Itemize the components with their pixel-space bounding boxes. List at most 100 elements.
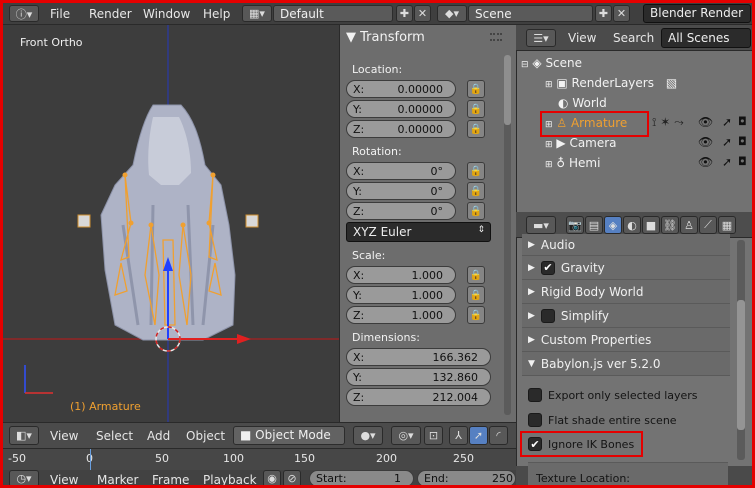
dimensions-y-field[interactable]: Y: 132.860 bbox=[346, 368, 491, 386]
lock-icon[interactable]: 🔒 bbox=[467, 80, 485, 98]
lock-icon[interactable]: 🔒 bbox=[467, 306, 485, 324]
section-gravity[interactable]: ▶ ✔ Gravity bbox=[522, 256, 730, 280]
section-simplify[interactable]: ▶ Simplify bbox=[522, 304, 730, 328]
delete-scene-icon[interactable]: ✕ bbox=[613, 5, 630, 22]
section-babylon[interactable]: ▼ Babylon.js ver 5.2.0 bbox=[522, 352, 730, 376]
rotation-z-field[interactable]: Z: 0° bbox=[346, 202, 456, 220]
camera-render-icon[interactable]: ◘ bbox=[738, 135, 747, 148]
timeline-marker-menu[interactable]: Marker bbox=[97, 473, 138, 487]
keying-icon[interactable]: ⊘ bbox=[283, 470, 301, 487]
scale-y-field[interactable]: Y: 1.000 bbox=[346, 286, 456, 304]
menu-file[interactable]: File bbox=[50, 7, 70, 21]
flat-shade-checkbox[interactable] bbox=[528, 413, 542, 427]
pivot-icon[interactable]: ◎▾ bbox=[391, 426, 421, 445]
timeline-frame-menu[interactable]: Frame bbox=[152, 473, 189, 487]
outliner-editor-icon[interactable]: ☰▾ bbox=[526, 29, 556, 47]
render-tab-icon[interactable]: 📷 bbox=[566, 216, 584, 234]
add-scene-icon[interactable]: ✚ bbox=[595, 5, 612, 22]
cursor-icon[interactable]: ➚ bbox=[722, 115, 732, 129]
rotation-mode-select[interactable]: XYZ Euler ⇕ bbox=[346, 222, 491, 242]
location-x-field[interactable]: X: 0.00000 bbox=[346, 80, 456, 98]
eye-icon[interactable]: 👁 bbox=[698, 135, 713, 149]
viewport-add-menu[interactable]: Add bbox=[147, 429, 170, 443]
eye-icon[interactable]: 👁 bbox=[698, 115, 713, 129]
lock-icon[interactable]: 🔒 bbox=[467, 182, 485, 200]
section-audio[interactable]: ▶ Audio bbox=[522, 234, 730, 256]
viewport-view-menu[interactable]: View bbox=[50, 429, 78, 443]
scale-z-field[interactable]: Z: 1.000 bbox=[346, 306, 456, 324]
outliner-row-hemi[interactable]: ⊞ ♁ Hemi bbox=[545, 156, 600, 170]
lock-icon[interactable]: 🔒 bbox=[467, 162, 485, 180]
option-ignore-ik-bones[interactable]: ✔ Ignore IK Bones bbox=[528, 437, 634, 451]
drag-handle-icon[interactable] bbox=[490, 33, 502, 41]
camera-render-icon[interactable]: ◘ bbox=[738, 115, 747, 128]
section-rigid-body-world[interactable]: ▶ Rigid Body World bbox=[522, 280, 730, 304]
start-frame-field[interactable]: Start: 1 bbox=[309, 470, 414, 487]
ignore-ik-checkbox[interactable]: ✔ bbox=[528, 437, 542, 451]
option-flat-shade[interactable]: Flat shade entire scene bbox=[528, 413, 677, 427]
rotation-y-field[interactable]: Y: 0° bbox=[346, 182, 456, 200]
pose-icon[interactable]: ⟟ ✶ ⤳ bbox=[652, 115, 684, 130]
outliner-row-world[interactable]: ◐ World bbox=[558, 96, 607, 110]
scene-icon[interactable]: ◆▾ bbox=[437, 5, 467, 22]
timeline-view-menu[interactable]: View bbox=[50, 473, 78, 487]
editor-type-info-icon[interactable]: ⓘ▾ bbox=[9, 5, 39, 22]
screen-layout-icon[interactable]: ▦▾ bbox=[242, 5, 272, 22]
outliner-row-renderlayers[interactable]: ⊞ ▣ RenderLayers ▧ bbox=[545, 76, 677, 90]
timeline-ruler[interactable]: -50 0 50 100 150 200 250 bbox=[3, 448, 516, 471]
outliner-row-camera[interactable]: ⊞ ▶ Camera bbox=[545, 136, 617, 150]
screen-layout-field[interactable]: Default bbox=[273, 5, 393, 22]
simplify-checkbox[interactable] bbox=[540, 308, 555, 323]
dimensions-x-field[interactable]: X: 166.362 bbox=[346, 348, 491, 366]
texture-tab-icon[interactable]: ▦ bbox=[718, 216, 736, 234]
translate-icon[interactable]: ➚ bbox=[469, 426, 488, 445]
eye-icon[interactable]: 👁 bbox=[698, 155, 713, 169]
transform-header[interactable]: ▼ Transform bbox=[346, 30, 425, 45]
data-tab-icon[interactable]: ♙ bbox=[680, 216, 698, 234]
outliner-search-menu[interactable]: Search bbox=[613, 31, 654, 45]
outliner-filter-select[interactable]: All Scenes bbox=[661, 28, 751, 48]
add-layout-icon[interactable]: ✚ bbox=[396, 5, 413, 22]
gravity-checkbox[interactable]: ✔ bbox=[540, 260, 555, 275]
viewport-editor-icon[interactable]: ◧▾ bbox=[9, 426, 39, 445]
panel-scrollbar-thumb[interactable] bbox=[504, 55, 511, 125]
mode-select[interactable]: ■ Object Mode bbox=[233, 426, 345, 445]
world-tab-icon[interactable]: ◐ bbox=[623, 216, 641, 234]
timeline-editor-icon[interactable]: ◷▾ bbox=[9, 470, 39, 487]
shading-icon[interactable]: ●▾ bbox=[353, 426, 383, 445]
end-frame-field[interactable]: End: 250 bbox=[417, 470, 516, 487]
menu-help[interactable]: Help bbox=[203, 7, 230, 21]
cursor-icon[interactable]: ➚ bbox=[722, 155, 732, 169]
render-engine-select[interactable]: Blender Render bbox=[643, 4, 751, 23]
viewport-object-menu[interactable]: Object bbox=[186, 429, 225, 443]
properties-editor-icon[interactable]: ▬▾ bbox=[526, 216, 556, 234]
lock-icon[interactable]: 🔒 bbox=[467, 120, 485, 138]
object-tab-icon[interactable]: ■ bbox=[642, 216, 660, 234]
option-export-selected-layers[interactable]: Export only selected layers bbox=[528, 388, 698, 402]
center-icon[interactable]: ⊡ bbox=[424, 426, 443, 445]
lock-icon[interactable]: 🔒 bbox=[467, 100, 485, 118]
constraints-tab-icon[interactable]: ⛓ bbox=[661, 216, 679, 234]
outliner-view-menu[interactable]: View bbox=[568, 31, 596, 45]
dimensions-z-field[interactable]: Z: 212.004 bbox=[346, 388, 491, 406]
outliner-row-scene[interactable]: ⊟ ◈ Scene bbox=[521, 56, 582, 70]
lock-icon[interactable]: 🔒 bbox=[467, 266, 485, 284]
properties-scrollbar-thumb[interactable] bbox=[737, 300, 745, 430]
menu-render[interactable]: Render bbox=[89, 7, 132, 21]
scene-tab-icon[interactable]: ◈ bbox=[604, 216, 622, 234]
lock-icon[interactable]: 🔒 bbox=[467, 202, 485, 220]
manipulator-icon[interactable]: ⅄ bbox=[449, 426, 468, 445]
bone-tab-icon[interactable]: ⟋ bbox=[699, 216, 717, 234]
cursor-icon[interactable]: ➚ bbox=[722, 135, 732, 149]
scene-field[interactable]: Scene bbox=[468, 5, 593, 22]
record-icon[interactable]: ◉ bbox=[263, 470, 281, 487]
timeline-playback-menu[interactable]: Playback bbox=[203, 473, 257, 487]
camera-render-icon[interactable]: ◘ bbox=[738, 155, 747, 168]
location-z-field[interactable]: Z: 0.00000 bbox=[346, 120, 456, 138]
export-selected-checkbox[interactable] bbox=[528, 388, 542, 402]
location-y-field[interactable]: Y: 0.00000 bbox=[346, 100, 456, 118]
outliner-row-armature[interactable]: ⊞ ♙ Armature bbox=[545, 116, 627, 130]
section-custom-properties[interactable]: ▶ Custom Properties bbox=[522, 328, 730, 352]
scale-x-field[interactable]: X: 1.000 bbox=[346, 266, 456, 284]
menu-window[interactable]: Window bbox=[143, 7, 190, 21]
